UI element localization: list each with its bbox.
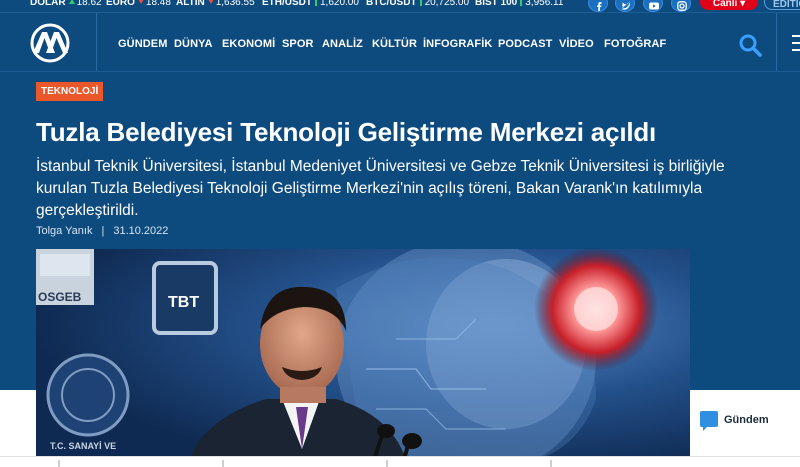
nav-ekonomi[interactable]: EKONOMİ <box>222 38 275 50</box>
gundem-widget-label: Gündem <box>724 414 769 426</box>
nav-fotograf[interactable]: FOTOĞRAF <box>604 38 666 50</box>
nav-infografik[interactable]: İNFOGRAFİK <box>423 38 492 50</box>
nav-video[interactable]: VİDEO <box>559 38 594 50</box>
strip-divider <box>386 460 388 467</box>
byline-separator: | <box>101 225 105 237</box>
ticker-label: BIST 100 <box>475 0 518 8</box>
ticker-label: DOLAR <box>30 0 66 8</box>
nav-spor[interactable]: SPOR <box>282 38 314 50</box>
instagram-icon[interactable] <box>671 0 691 12</box>
twitter-icon[interactable] <box>615 0 635 12</box>
article-title: Tuzla Belediyesi Teknoloji Geliştirme Me… <box>36 117 657 147</box>
main-navbar: GÜNDEM DÜNYA EKONOMİ SPOR ANALİZ KÜLTÜR … <box>0 12 800 72</box>
sign-osgeb: OSGEB <box>38 290 82 304</box>
article-byline: Tolga Yanık | 31.10.2022 <box>36 225 168 237</box>
ticker-value: 18.62 <box>76 0 102 8</box>
arrow-down-icon <box>207 0 214 4</box>
facebook-icon[interactable] <box>588 0 608 12</box>
ticker-item-euro[interactable]: EURO 18.48 <box>106 0 171 8</box>
nav-divider <box>96 13 97 71</box>
nav-analiz[interactable]: ANALİZ <box>322 38 363 50</box>
live-button[interactable]: Canlı ▾ <box>700 0 758 10</box>
sign-seal: T.C. SANAYİ VE <box>50 441 116 451</box>
nav-gundem[interactable]: GÜNDEM <box>118 38 168 50</box>
ticker-item-eth[interactable]: ETH/USDT 1,620.00 <box>262 0 359 8</box>
ticker-label: ETH/USDT <box>262 0 312 8</box>
edition-button[interactable]: EDITION <box>764 0 800 10</box>
gundem-widget[interactable]: Gündem <box>700 411 790 433</box>
ticker-item-altin[interactable]: ALTIN 1,636.55 <box>176 0 255 8</box>
search-icon[interactable] <box>738 33 762 57</box>
ticker-value: 1,636.55 <box>215 0 255 8</box>
chat-bubble-tail <box>703 426 708 431</box>
ticker-label: ALTIN <box>176 0 205 8</box>
trend-up-icon <box>419 0 422 7</box>
ticker-value: 3,956.11 <box>525 0 564 8</box>
author-name[interactable]: Tolga Yanık <box>36 225 92 237</box>
ticker-value: 1,620.00 <box>320 0 359 8</box>
ticker-item-btc[interactable]: BTC/USDT 20,725.00 <box>366 0 469 8</box>
ticker-label: BTC/USDT <box>366 0 417 8</box>
ticker-value: 18.48 <box>145 0 171 8</box>
sign-tbt: TBT <box>168 294 199 311</box>
publish-date: 31.10.2022 <box>113 225 169 237</box>
ticker-value: 20,725.00 <box>424 0 470 8</box>
nav-podcast[interactable]: PODCAST <box>498 38 552 50</box>
category-tag[interactable]: TEKNOLOJİ <box>36 82 104 101</box>
market-ticker: DOLAR 18.62 EURO 18.48 ALTIN 1,636.55 ETH/U… <box>0 0 800 12</box>
photo-illustration: OSGEB TBT T.C. SANAYİ VE <box>36 249 690 467</box>
trend-up-icon <box>520 0 523 7</box>
ticker-label: EURO <box>106 0 135 8</box>
aa-logo[interactable] <box>28 23 72 63</box>
chat-bubble-icon <box>700 411 718 427</box>
article-summary: İstanbul Teknik Üniversitesi, İstanbul M… <box>36 158 725 219</box>
hamburger-menu-icon[interactable] <box>792 35 800 51</box>
youtube-icon[interactable] <box>643 0 663 12</box>
strip-divider <box>222 460 224 467</box>
strip-divider <box>550 460 552 467</box>
article-photo[interactable]: OSGEB TBT T.C. SANAYİ VE <box>36 249 690 467</box>
strip-divider <box>58 460 60 467</box>
nav-kultur[interactable]: KÜLTÜR <box>372 38 417 50</box>
bottom-strip <box>0 456 800 467</box>
ticker-item-dolar[interactable]: DOLAR 18.62 <box>30 0 102 8</box>
nav-divider <box>776 13 777 71</box>
arrow-down-icon <box>137 0 144 4</box>
ticker-item-bist[interactable]: BIST 100 3,956.11 <box>475 0 563 8</box>
nav-dunya[interactable]: DÜNYA <box>174 38 213 50</box>
live-button-label: Canlı <box>712 0 738 9</box>
trend-up-icon <box>315 0 317 7</box>
arrow-up-icon <box>68 0 75 4</box>
